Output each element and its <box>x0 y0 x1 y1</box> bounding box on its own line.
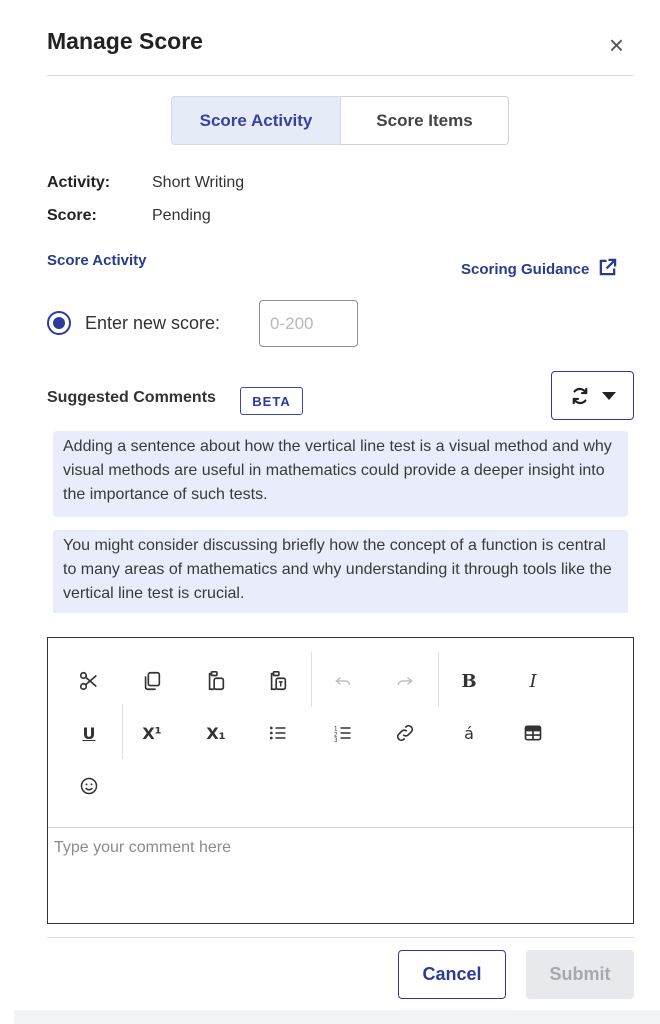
italic-icon[interactable]: I <box>513 661 553 701</box>
refresh-icon <box>572 387 587 404</box>
svg-text:3: 3 <box>334 738 338 743</box>
scoring-guidance-label: Scoring Guidance <box>461 261 590 278</box>
refresh-comments-button[interactable] <box>551 371 634 420</box>
editor-toolbar: B I U X¹ X₁ 123 á <box>48 638 633 828</box>
chevron-down-icon <box>601 391 616 400</box>
enter-score-radio[interactable] <box>47 311 71 335</box>
bulleted-list-icon[interactable] <box>258 713 298 753</box>
footer-divider <box>47 937 634 938</box>
score-value: Pending <box>152 207 211 224</box>
close-icon[interactable]: × <box>609 32 624 58</box>
underline-icon[interactable]: U <box>69 713 109 753</box>
table-icon[interactable] <box>513 713 553 753</box>
tab-score-activity[interactable]: Score Activity <box>171 96 341 145</box>
tab-score-items[interactable]: Score Items <box>341 96 509 145</box>
scoring-guidance-link[interactable]: Scoring Guidance <box>461 258 617 278</box>
suggested-comments-label: Suggested Comments <box>47 389 216 406</box>
score-activity-link[interactable]: Score Activity <box>47 252 147 269</box>
manage-score-dialog: Manage Score × Score Activity Score Item… <box>0 0 660 1024</box>
score-input[interactable] <box>259 300 358 347</box>
paste-icon[interactable] <box>196 661 236 701</box>
undo-icon[interactable] <box>323 661 363 701</box>
superscript-icon[interactable]: X¹ <box>132 713 172 753</box>
cut-icon[interactable] <box>69 661 109 701</box>
dialog-header: Manage Score × <box>47 24 634 76</box>
paste-text-icon[interactable] <box>258 661 298 701</box>
enter-score-label: Enter new score: <box>85 312 221 333</box>
toolbar-separator <box>311 652 312 707</box>
redo-icon[interactable] <box>385 661 425 701</box>
toolbar-separator <box>122 704 123 759</box>
suggested-comment[interactable]: Adding a sentence about how the vertical… <box>53 431 628 517</box>
toolbar-separator <box>438 652 439 707</box>
numbered-list-icon[interactable]: 123 <box>323 713 363 753</box>
suggested-comment[interactable]: You might consider discussing briefly ho… <box>53 530 628 613</box>
dialog-title: Manage Score <box>47 28 203 54</box>
radio-selected-dot <box>53 317 65 329</box>
bold-icon[interactable]: B <box>449 661 489 701</box>
link-icon[interactable] <box>385 713 425 753</box>
comment-editor: B I U X¹ X₁ 123 á <box>47 637 634 924</box>
cancel-button[interactable]: Cancel <box>398 950 506 999</box>
comment-textarea[interactable] <box>48 829 633 923</box>
submit-button[interactable]: Submit <box>526 950 634 999</box>
beta-badge: BETA <box>240 387 303 415</box>
subscript-icon[interactable]: X₁ <box>196 713 236 753</box>
special-character-icon[interactable]: á <box>449 713 489 753</box>
bottom-strip <box>14 1010 660 1024</box>
score-tabs: Score Activity Score Items <box>171 96 509 145</box>
activity-value: Short Writing <box>152 174 245 191</box>
score-label: Score: <box>47 207 97 224</box>
emoji-icon[interactable] <box>69 766 109 806</box>
copy-icon[interactable] <box>132 661 172 701</box>
activity-label: Activity: <box>47 174 111 191</box>
enter-score-option[interactable]: Enter new score: <box>47 300 220 346</box>
external-link-icon <box>599 258 616 276</box>
